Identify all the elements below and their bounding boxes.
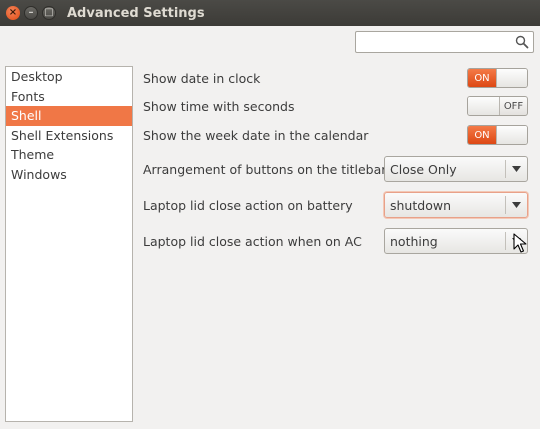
- search-icon[interactable]: [515, 35, 529, 49]
- chevron-down-icon[interactable]: [506, 166, 527, 172]
- window-title: Advanced Settings: [67, 5, 205, 21]
- setting-row-week-date: Show the week date in the calendar ON: [143, 121, 531, 149]
- sidebar-item-desktop[interactable]: Desktop: [6, 67, 132, 87]
- setting-row-date-in-clock: Show date in clock ON: [143, 64, 531, 92]
- time-seconds-toggle[interactable]: OFF: [467, 96, 528, 116]
- search-input[interactable]: [356, 32, 506, 52]
- close-icon[interactable]: ×: [6, 6, 20, 20]
- search-box[interactable]: [355, 31, 534, 53]
- chevron-down-icon[interactable]: [506, 202, 527, 208]
- lid-battery-dropdown[interactable]: shutdown: [384, 192, 528, 218]
- sidebar-item-windows[interactable]: Windows: [6, 165, 132, 185]
- toggle-state: ON: [468, 126, 496, 144]
- setting-row-lid-battery: Laptop lid close action on battery shutd…: [143, 191, 531, 219]
- titlebar-buttons-dropdown[interactable]: Close Only: [384, 156, 528, 182]
- toggle-state: ON: [468, 69, 496, 87]
- date-in-clock-toggle[interactable]: ON: [467, 68, 528, 88]
- setting-row-titlebar-buttons: Arrangement of buttons on the titlebar C…: [143, 155, 531, 183]
- sidebar-item-theme[interactable]: Theme: [6, 145, 132, 165]
- category-list: Desktop Fonts Shell Shell Extensions The…: [5, 66, 133, 422]
- dropdown-value: shutdown: [390, 197, 451, 213]
- sidebar-item-shell[interactable]: Shell: [6, 106, 132, 126]
- minimize-icon[interactable]: –: [24, 6, 38, 20]
- toggle-knob: [496, 69, 527, 87]
- week-date-toggle[interactable]: ON: [467, 125, 528, 145]
- window-titlebar: × – □ Advanced Settings: [0, 0, 540, 26]
- lid-ac-dropdown[interactable]: nothing: [384, 228, 528, 254]
- dropdown-value: Close Only: [390, 161, 457, 177]
- toggle-knob: [468, 97, 499, 115]
- mouse-pointer-icon: [513, 233, 527, 253]
- setting-row-lid-ac: Laptop lid close action when on AC nothi…: [143, 227, 531, 255]
- toolbar: [0, 26, 540, 60]
- dropdown-value: nothing: [390, 233, 438, 249]
- maximize-icon[interactable]: □: [42, 6, 56, 20]
- toggle-state: OFF: [499, 97, 527, 115]
- setting-row-time-seconds: Show time with seconds OFF: [143, 92, 531, 120]
- sidebar-item-fonts[interactable]: Fonts: [6, 87, 132, 107]
- sidebar-item-shell-extensions[interactable]: Shell Extensions: [6, 126, 132, 146]
- toggle-knob: [496, 126, 527, 144]
